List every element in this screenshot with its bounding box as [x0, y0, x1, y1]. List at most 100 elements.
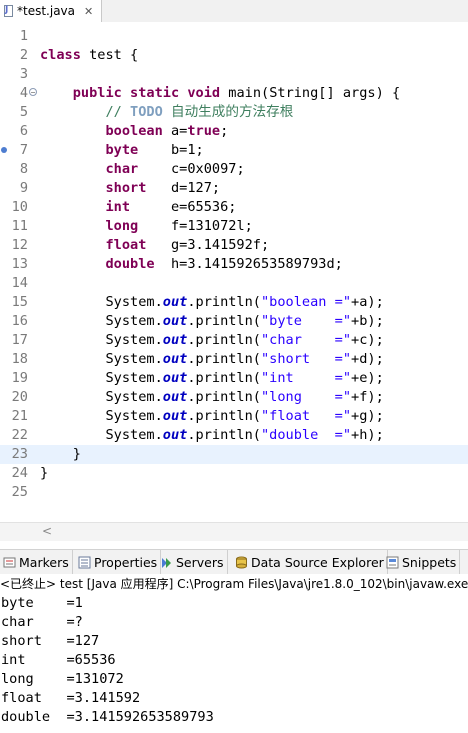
code-editor[interactable]: 1 2 class test {3 4− public static void mai…: [0, 22, 468, 522]
code-token: out: [162, 370, 188, 386]
code-token: char: [105, 161, 139, 177]
code-line[interactable]: 12 float g=3.141592f;: [0, 236, 468, 255]
code-token: float: [105, 237, 147, 253]
code-line[interactable]: 3: [0, 65, 468, 84]
code-token: +g);: [351, 408, 384, 424]
java-file-icon: J: [4, 5, 14, 17]
console-line: int =65536: [1, 652, 116, 668]
code-line[interactable]: 20 System.out.println("long ="+f);: [0, 388, 468, 407]
code-token: //: [105, 104, 131, 120]
code-line[interactable]: 17 System.out.println("char ="+c);: [0, 331, 468, 350]
code-token: System.: [40, 313, 163, 329]
code-text: }: [40, 464, 48, 483]
code-token: 自动生成的方法存根: [162, 104, 294, 120]
code-text: System.out.println("byte ="+b);: [40, 312, 383, 331]
console-line: double =3.141592653589793: [1, 709, 214, 725]
code-line[interactable]: 23 }: [0, 445, 468, 464]
code-line[interactable]: 4− public static void main(String[] args…: [0, 84, 468, 103]
code-token: void: [187, 85, 221, 101]
code-token: +f);: [351, 389, 384, 405]
scroll-left-icon[interactable]: <: [42, 524, 52, 538]
line-number: 14: [11, 275, 28, 291]
code-line[interactable]: 25: [0, 483, 468, 502]
code-line[interactable]: 11 long f=131072l;: [0, 217, 468, 236]
code-line[interactable]: 14: [0, 274, 468, 293]
console-line: float =3.141592: [1, 690, 141, 706]
code-line[interactable]: 9 short d=127;: [0, 179, 468, 198]
line-number: 6: [19, 123, 28, 139]
code-token: main(String[] args) {: [220, 85, 401, 101]
line-number: 16: [11, 313, 28, 329]
view-tab-markers[interactable]: Markers: [0, 550, 73, 574]
override-marker-icon: [1, 147, 7, 153]
code-line[interactable]: 18 System.out.println("short ="+d);: [0, 350, 468, 369]
code-token: out: [162, 294, 188, 310]
code-line[interactable]: 16 System.out.println("byte ="+b);: [0, 312, 468, 331]
code-token: +d);: [351, 351, 384, 367]
line-number: 20: [11, 389, 28, 405]
code-token: d=127;: [146, 180, 221, 196]
code-text: long f=131072l;: [40, 217, 252, 236]
code-text: int e=65536;: [40, 198, 236, 217]
view-tab-servers[interactable]: Servers: [157, 550, 228, 574]
fold-toggle-icon[interactable]: −: [29, 88, 37, 97]
line-number: 5: [19, 104, 28, 120]
code-token: double: [105, 256, 155, 272]
code-token: short: [105, 180, 147, 196]
code-text: System.out.println("short ="+d);: [40, 350, 384, 369]
code-token: boolean: [105, 123, 163, 139]
code-line[interactable]: 7 byte b=1;: [0, 141, 468, 160]
line-number: 4: [19, 85, 28, 101]
view-tab-snippets[interactable]: Snippets: [383, 550, 461, 574]
code-token: .println(: [187, 294, 261, 310]
console-line: short =127: [1, 633, 100, 649]
code-text: boolean a=true;: [40, 122, 228, 141]
code-token: c=0x0097;: [138, 161, 245, 177]
code-token: .println(: [187, 427, 261, 443]
code-line[interactable]: 22 System.out.println("double ="+h);: [0, 426, 468, 445]
view-tab-label: Properties: [94, 554, 158, 570]
editor-tab-bar: J *test.java ✕: [0, 0, 468, 23]
code-token: out: [162, 408, 188, 424]
line-number: 8: [19, 161, 28, 177]
code-line[interactable]: 13 double h=3.141592653589793d;: [0, 255, 468, 274]
code-line[interactable]: 19 System.out.println("int ="+e);: [0, 369, 468, 388]
code-text: class test {: [40, 46, 138, 65]
code-token: b=1;: [138, 142, 204, 158]
code-line[interactable]: 6 boolean a=true;: [0, 122, 468, 141]
code-line[interactable]: 1: [0, 27, 468, 46]
console-output[interactable]: byte =1 char =? short =127 int =65536 long =…: [0, 594, 468, 733]
code-text: double h=3.141592653589793d;: [40, 255, 342, 274]
code-line[interactable]: 15 System.out.println("boolean ="+a);: [0, 293, 468, 312]
horizontal-scrollbar[interactable]: <: [0, 522, 468, 541]
line-number: 12: [11, 237, 28, 253]
code-text: // TODO 自动生成的方法存根: [40, 103, 293, 122]
line-number: 2: [19, 47, 28, 63]
line-number: 24: [11, 465, 28, 481]
line-number: 22: [11, 427, 28, 443]
view-tab-properties[interactable]: Properties: [75, 550, 162, 574]
line-number: 10: [11, 199, 28, 215]
code-text: byte b=1;: [40, 141, 204, 160]
console-header: <已终止> test [Java 应用程序] C:\Program Files\…: [0, 574, 468, 594]
line-number: 11: [11, 218, 28, 234]
code-line[interactable]: 5 // TODO 自动生成的方法存根: [0, 103, 468, 122]
code-token: int: [105, 199, 131, 215]
code-line[interactable]: 2 class test {: [0, 46, 468, 65]
code-token: g=3.141592f;: [146, 237, 270, 253]
editor-tab-test-java[interactable]: J *test.java ✕: [0, 0, 103, 22]
code-text: float g=3.141592f;: [40, 236, 269, 255]
code-line[interactable]: 24}: [0, 464, 468, 483]
code-line[interactable]: 21 System.out.println("float ="+g);: [0, 407, 468, 426]
code-token: .println(: [187, 370, 261, 386]
code-token: class: [40, 47, 81, 63]
code-token: a=: [162, 123, 188, 139]
code-line[interactable]: 10 int e=65536;: [0, 198, 468, 217]
properties-icon: [78, 556, 91, 569]
close-icon[interactable]: ✕: [84, 5, 93, 18]
code-line[interactable]: 8 char c=0x0097;: [0, 160, 468, 179]
view-tab-data-source-explorer[interactable]: Data Source Explorer: [232, 550, 388, 574]
